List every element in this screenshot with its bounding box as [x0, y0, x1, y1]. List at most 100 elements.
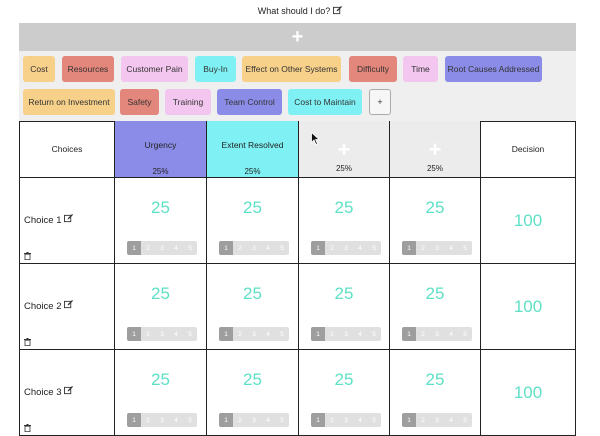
rating-option[interactable]: 3 [339, 413, 353, 427]
add-tag-button[interactable]: + [369, 89, 391, 115]
rating-option[interactable]: 2 [416, 327, 430, 341]
rating-option[interactable]: 5 [183, 327, 197, 341]
criterion-header-empty-1[interactable]: + 25% [299, 121, 390, 178]
rating-selector[interactable]: 12345 [402, 241, 472, 255]
rating-option[interactable]: 1 [311, 327, 325, 341]
trash-icon[interactable] [24, 424, 31, 432]
tag-cost[interactable]: Cost [23, 56, 55, 82]
rating-selector[interactable]: 12345 [311, 413, 381, 427]
criterion-label[interactable]: Urgency [115, 140, 206, 150]
tag-cost-to-maintain[interactable]: Cost to Maintain [288, 89, 362, 115]
rating-option[interactable]: 4 [444, 241, 458, 255]
rating-option[interactable]: 3 [430, 413, 444, 427]
rating-option[interactable]: 5 [458, 413, 472, 427]
rating-option[interactable]: 1 [402, 241, 416, 255]
rating-option[interactable]: 4 [261, 327, 275, 341]
rating-option[interactable]: 3 [430, 241, 444, 255]
tag-resources[interactable]: Resources [62, 56, 114, 82]
rating-option[interactable]: 4 [444, 327, 458, 341]
rating-option[interactable]: 2 [416, 413, 430, 427]
rating-option[interactable]: 5 [275, 241, 289, 255]
rating-option[interactable]: 2 [325, 413, 339, 427]
rating-option[interactable]: 1 [219, 241, 233, 255]
add-criterion-bar[interactable]: + [19, 23, 576, 51]
rating-option[interactable]: 3 [339, 241, 353, 255]
rating-option[interactable]: 5 [367, 241, 381, 255]
criterion-header-urgency[interactable]: Urgency 25% [115, 121, 207, 178]
rating-option[interactable]: 1 [127, 327, 141, 341]
tag-time[interactable]: Time [403, 56, 438, 82]
choice-name[interactable]: Choice 1 [24, 214, 74, 226]
rating-option[interactable]: 3 [155, 327, 169, 341]
edit-icon[interactable] [64, 214, 74, 223]
rating-option[interactable]: 1 [311, 241, 325, 255]
criterion-header-empty-2[interactable]: + 25% [390, 121, 481, 178]
page-title-bar[interactable]: What should I do? [0, 0, 600, 22]
rating-option[interactable]: 5 [458, 327, 472, 341]
rating-selector[interactable]: 12345 [311, 327, 381, 341]
rating-option[interactable]: 2 [233, 327, 247, 341]
trash-icon[interactable] [24, 338, 31, 346]
rating-option[interactable]: 3 [430, 327, 444, 341]
rating-option[interactable]: 5 [183, 241, 197, 255]
rating-option[interactable]: 2 [141, 327, 155, 341]
tag-customer-pain[interactable]: Customer Pain [121, 56, 188, 82]
tag-safety[interactable]: Safety [120, 89, 159, 115]
rating-option[interactable]: 2 [325, 241, 339, 255]
rating-option[interactable]: 2 [141, 413, 155, 427]
edit-icon[interactable] [333, 5, 343, 17]
rating-option[interactable]: 3 [247, 241, 261, 255]
plus-icon[interactable]: + [390, 139, 480, 161]
rating-selector[interactable]: 12345 [219, 327, 289, 341]
choice-name[interactable]: Choice 3 [24, 386, 74, 398]
rating-option[interactable]: 2 [325, 327, 339, 341]
rating-option[interactable]: 2 [233, 241, 247, 255]
tag-root-causes-addressed[interactable]: Root Causes Addressed [445, 56, 542, 82]
rating-option[interactable]: 1 [127, 241, 141, 255]
rating-option[interactable]: 1 [219, 327, 233, 341]
rating-selector[interactable]: 12345 [127, 327, 197, 341]
rating-option[interactable]: 4 [353, 413, 367, 427]
rating-option[interactable]: 1 [402, 327, 416, 341]
tag-return-on-investment[interactable]: Return on Investment [23, 89, 115, 115]
criterion-weight[interactable]: 25% [207, 167, 298, 176]
rating-option[interactable]: 4 [261, 241, 275, 255]
page-title[interactable]: What should I do? [258, 6, 331, 16]
rating-option[interactable]: 5 [367, 327, 381, 341]
rating-option[interactable]: 4 [169, 327, 183, 341]
edit-icon[interactable] [64, 300, 74, 309]
rating-option[interactable]: 4 [261, 413, 275, 427]
rating-option[interactable]: 2 [141, 241, 155, 255]
rating-selector[interactable]: 12345 [402, 413, 472, 427]
tag-training[interactable]: Training [165, 89, 211, 115]
rating-option[interactable]: 1 [219, 413, 233, 427]
rating-option[interactable]: 4 [169, 413, 183, 427]
choice-name[interactable]: Choice 2 [24, 300, 74, 312]
rating-option[interactable]: 3 [339, 327, 353, 341]
criterion-header-extent-resolved[interactable]: Extent Resolved 25% [207, 121, 299, 178]
rating-option[interactable]: 5 [275, 413, 289, 427]
rating-option[interactable]: 4 [353, 327, 367, 341]
rating-option[interactable]: 2 [416, 241, 430, 255]
rating-option[interactable]: 2 [233, 413, 247, 427]
choice-label[interactable]: Choice 2 [24, 301, 62, 312]
edit-icon[interactable] [64, 386, 74, 395]
rating-selector[interactable]: 12345 [402, 327, 472, 341]
rating-option[interactable]: 3 [247, 327, 261, 341]
rating-option[interactable]: 5 [183, 413, 197, 427]
tag-team-control[interactable]: Team Control [217, 89, 282, 115]
criterion-weight[interactable]: 25% [299, 164, 389, 173]
rating-option[interactable]: 3 [247, 413, 261, 427]
tag-effect-on-other-systems[interactable]: Effect on Other Systems [242, 56, 341, 82]
rating-selector[interactable]: 12345 [311, 241, 381, 255]
trash-icon[interactable] [24, 252, 31, 260]
rating-option[interactable]: 3 [155, 241, 169, 255]
rating-selector[interactable]: 12345 [219, 413, 289, 427]
rating-selector[interactable]: 12345 [219, 241, 289, 255]
rating-option[interactable]: 5 [458, 241, 472, 255]
rating-selector[interactable]: 12345 [127, 413, 197, 427]
criterion-weight[interactable]: 25% [390, 164, 480, 173]
tag-buy-in[interactable]: Buy-In [195, 56, 236, 82]
choice-label[interactable]: Choice 3 [24, 387, 62, 398]
rating-option[interactable]: 4 [353, 241, 367, 255]
